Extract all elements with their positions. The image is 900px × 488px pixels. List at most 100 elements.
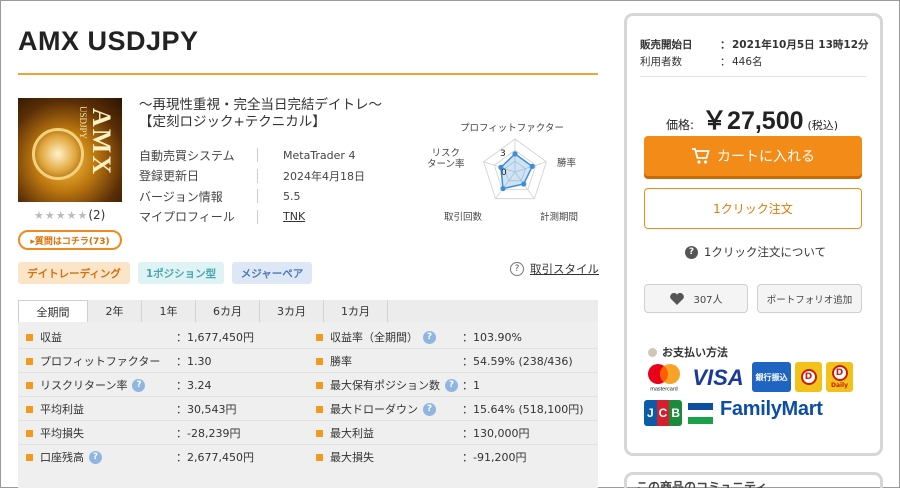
daily-label: Daily bbox=[830, 382, 849, 389]
stat-row: 収益率（全期間）? ：103.90% bbox=[316, 325, 522, 349]
help-icon[interactable]: ? bbox=[89, 450, 102, 464]
star-icons: ★★★★★ bbox=[34, 209, 89, 222]
stat-label: 平均損失 bbox=[40, 425, 84, 441]
stat-label-text: 最大利益 bbox=[330, 427, 374, 440]
stat-label-text: プロフィットファクター bbox=[40, 355, 161, 368]
stat-label: 最大保有ポジション数? bbox=[330, 377, 458, 393]
familymart-mark bbox=[688, 401, 713, 425]
colon: ： bbox=[720, 56, 731, 68]
tag-daytrade[interactable]: デイトレーディング bbox=[18, 262, 130, 284]
bullet-icon bbox=[26, 453, 33, 461]
colon: ： bbox=[720, 39, 731, 51]
stat-row: 口座残高? ：2,677,450円 bbox=[26, 445, 254, 469]
stat-label: 最大利益 bbox=[330, 425, 374, 441]
jcb-letter: J bbox=[644, 400, 657, 426]
radar-label-period: 計測期間 bbox=[540, 212, 579, 223]
spec-row: マイプロフィール TNK bbox=[139, 207, 365, 228]
favorite-count: 307人 bbox=[693, 295, 723, 306]
stat-label-text: リスクリターン率 bbox=[40, 379, 128, 392]
add-to-cart-button[interactable]: カートに入れる bbox=[644, 136, 862, 176]
bullet-icon bbox=[316, 333, 323, 341]
trade-style-link[interactable]: ? 取引スタイル bbox=[510, 261, 599, 277]
stripe bbox=[688, 402, 713, 410]
qa-button[interactable]: ▸質問はコチラ(73) bbox=[18, 230, 122, 250]
stat-value: ：-28,239円 bbox=[176, 427, 241, 440]
tab-all-period[interactable]: 全期間 bbox=[18, 300, 88, 322]
product-tagline: ～再現性重視・完全当日完結デイトレ～ 【定刻ロジック+テクニカル】 bbox=[139, 97, 382, 131]
stat-row: 平均利益 ：30,543円 bbox=[26, 397, 237, 421]
row-divider bbox=[18, 420, 598, 421]
tab-1m[interactable]: 1カ月 bbox=[324, 300, 388, 322]
add-portfolio-button[interactable]: ポートフォリオ追加 bbox=[757, 284, 862, 313]
radar-scale-max: 3 bbox=[500, 149, 506, 159]
clock-image bbox=[32, 128, 84, 180]
heart-icon bbox=[670, 292, 685, 305]
stat-value: ：103.90% bbox=[462, 331, 522, 344]
users-row: 利用者数 ： 446名 bbox=[640, 54, 763, 69]
stat-value: ：3.24 bbox=[176, 379, 212, 392]
stat-value: ：1,677,450円 bbox=[176, 331, 254, 344]
sale-start-label: 販売開始日 bbox=[640, 39, 693, 51]
stat-label: 勝率 bbox=[330, 353, 352, 369]
one-click-help-link[interactable]: ? 1クリック注文について bbox=[685, 244, 826, 260]
stat-label: 収益 bbox=[40, 329, 62, 345]
help-icon[interactable]: ? bbox=[423, 330, 436, 344]
tab-2y[interactable]: 2年 bbox=[88, 300, 142, 322]
radar-chart: 3 0 プロフィットファクター 勝率 計測期間 取引回数 リスク ターン率 bbox=[415, 117, 590, 227]
stat-row: リスクリターン率? ：3.24 bbox=[26, 373, 212, 397]
product-thumbnail[interactable]: USDJPY AMX bbox=[18, 98, 122, 202]
tax-note: (税込) bbox=[807, 119, 839, 132]
divider bbox=[257, 168, 258, 183]
help-icon[interactable]: ? bbox=[445, 378, 458, 392]
tab-6m[interactable]: 6カ月 bbox=[196, 300, 260, 322]
stat-label: 口座残高? bbox=[40, 449, 102, 465]
d-icon: D bbox=[800, 369, 817, 385]
rating-stars[interactable]: ★★★★★(2) bbox=[34, 208, 105, 222]
help-icon[interactable]: ? bbox=[423, 402, 436, 416]
stat-label-text: 収益 bbox=[40, 331, 62, 344]
jcb-logo: J C B bbox=[644, 400, 682, 426]
favorite-button[interactable]: 307人 bbox=[644, 284, 748, 313]
radar-point bbox=[500, 185, 506, 192]
thumbnail-text: AMX bbox=[87, 108, 116, 177]
stat-value: ：1 bbox=[462, 379, 480, 392]
d-icon: D bbox=[831, 365, 848, 381]
bullet-icon bbox=[26, 381, 33, 389]
stat-label-text: 最大保有ポジション数 bbox=[330, 379, 440, 392]
cart-icon bbox=[692, 148, 710, 164]
one-click-order-button[interactable]: 1クリック注文 bbox=[644, 188, 862, 229]
stat-value: ：2,677,450円 bbox=[176, 451, 254, 464]
help-icon[interactable]: ? bbox=[132, 378, 146, 392]
visa-logo: VISA bbox=[692, 365, 744, 390]
bullet-icon bbox=[316, 381, 323, 389]
stat-label-text: 最大損失 bbox=[330, 451, 374, 464]
stripe bbox=[688, 409, 713, 417]
divider bbox=[257, 189, 258, 204]
tag-one-position[interactable]: 1ポジション型 bbox=[138, 262, 224, 284]
stat-value: ：30,543円 bbox=[176, 403, 237, 416]
radar-label-win-rate: 勝率 bbox=[557, 158, 577, 169]
radar-point bbox=[521, 181, 527, 187]
familymart-logo: FamilyMart bbox=[720, 398, 823, 420]
stat-label: リスクリターン率? bbox=[40, 377, 146, 393]
stat-label-text: 収益率（全期間） bbox=[330, 331, 418, 344]
radar-scale-min: 0 bbox=[501, 168, 507, 178]
mastercard-icon: mastercard bbox=[648, 364, 680, 393]
users-label: 利用者数 bbox=[640, 56, 682, 68]
bullet-icon bbox=[26, 405, 33, 413]
svg-text:mastercard: mastercard bbox=[650, 387, 678, 393]
bullet-icon bbox=[316, 405, 323, 413]
tag-major-pair[interactable]: メジャーペア bbox=[232, 262, 312, 284]
bullet-icon bbox=[26, 429, 33, 437]
stat-value: ：15.64% (518,100円) bbox=[462, 403, 584, 416]
tab-1y[interactable]: 1年 bbox=[142, 300, 196, 322]
profile-link[interactable]: TNK bbox=[283, 210, 305, 223]
spec-row: 登録更新日 2024年4月18日 bbox=[139, 166, 365, 187]
stat-value: ：-91,200円 bbox=[462, 451, 527, 464]
stripe bbox=[688, 416, 713, 424]
spec-value: 2024年4月18日 bbox=[283, 169, 365, 183]
tagline-line-1: ～再現性重視・完全当日完結デイトレ～ bbox=[139, 97, 382, 113]
tab-3m[interactable]: 3カ月 bbox=[260, 300, 324, 322]
jcb-letter: B bbox=[669, 400, 682, 426]
bullet-icon bbox=[316, 453, 323, 461]
